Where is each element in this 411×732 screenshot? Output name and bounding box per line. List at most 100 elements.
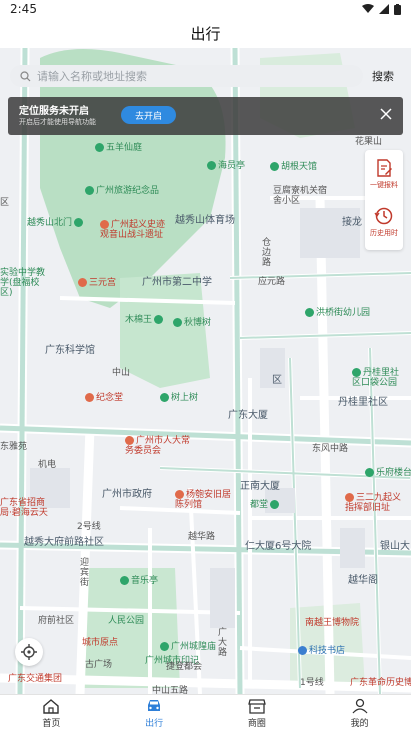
poi-marker-icon: [160, 393, 169, 402]
poi-label[interactable]: 纪念堂: [85, 393, 123, 403]
location-service-banner: 定位服务未开启 开启后才能使用导航功能 去开启: [8, 97, 403, 135]
map-view[interactable]: 五羊仙庭 海员亭 胡根天馆 广州旅游纪念品 豆腐寮机关宿舍小区 越秀山体育场 越…: [0, 48, 411, 694]
poi-marker-icon: [125, 436, 134, 445]
poi-label[interactable]: 广州旅游纪念品: [85, 186, 159, 196]
area-label: 广州市第二中学: [142, 277, 212, 288]
poi-label[interactable]: 树上树: [160, 393, 198, 403]
poi-label[interactable]: 秋博树: [173, 318, 211, 328]
locate-me-button[interactable]: [15, 638, 43, 666]
status-icons: [362, 3, 401, 15]
poi-label: 中山: [112, 368, 131, 378]
poi-label[interactable]: 海员亭: [207, 161, 245, 171]
status-time: 2:45: [10, 2, 37, 16]
poi-label[interactable]: 越秀山北门: [27, 218, 85, 228]
area-label: 花果山: [355, 137, 383, 147]
banner-subtitle: 开启后才能使用导航功能: [19, 118, 96, 126]
poi-label[interactable]: 杨匏安旧居陈列馆: [175, 490, 233, 510]
nav-me[interactable]: 我的: [308, 695, 411, 732]
area-label: 广东大厦: [228, 410, 268, 421]
poi-label[interactable]: 音乐亭: [120, 576, 158, 586]
poi-label[interactable]: 木棉王: [125, 315, 165, 325]
road-label: 广大路: [218, 628, 228, 658]
area-label: 区: [272, 375, 282, 386]
poi-label[interactable]: 都堂: [250, 500, 281, 510]
area-label: 接龙: [342, 217, 362, 228]
area-label: 区: [0, 198, 10, 208]
area-label: 丹桂里社区: [338, 397, 388, 408]
nav-business[interactable]: 商圈: [206, 695, 309, 732]
poi-marker-icon: [270, 500, 280, 509]
search-box[interactable]: [10, 65, 363, 87]
area-label: 银山大: [380, 541, 410, 552]
area-label: 东雅苑: [0, 442, 28, 452]
page-title: 出行: [190, 24, 221, 43]
enable-location-button[interactable]: 去开启: [121, 106, 176, 124]
poi-label[interactable]: 五羊仙庭: [95, 143, 142, 153]
close-icon[interactable]: [379, 107, 393, 121]
search-icon: [20, 70, 31, 81]
poi-label[interactable]: 人民公园: [108, 616, 144, 626]
poi-label[interactable]: 广东革命历史博物馆: [350, 678, 411, 688]
area-label: 正南大厦: [240, 481, 280, 492]
road-label: 东风中路: [312, 444, 349, 454]
poi-marker-icon: [298, 646, 307, 655]
history-time-label: 历史用时: [370, 229, 398, 237]
road-label: 应元路: [258, 277, 286, 287]
poi-label[interactable]: 丹桂里社区口袋公园: [352, 368, 407, 388]
poi-label[interactable]: 三二九起义指挥部旧址: [345, 493, 407, 513]
poi-label[interactable]: 南越王博物院: [305, 618, 359, 628]
area-label: 广东科学馆: [45, 345, 95, 356]
poi-marker-icon: [154, 315, 164, 324]
poi-marker-icon: [95, 143, 104, 152]
area-label: 越秀山体育场: [175, 215, 235, 226]
poi-label[interactable]: 洪桥街幼儿园: [305, 308, 370, 318]
crosshair-icon: [21, 644, 37, 660]
nav-home[interactable]: 首页: [0, 695, 103, 732]
poi-label[interactable]: 广东省招商局·碧海云天: [0, 498, 50, 518]
poi-label[interactable]: 科技书店: [298, 646, 345, 656]
report-label: 一键报料: [370, 181, 398, 189]
road-label: 迎宾街: [80, 558, 90, 588]
area-label: 府前社区: [38, 616, 75, 626]
history-time-button[interactable]: 历史用时: [365, 206, 403, 238]
clock-history-icon: [374, 207, 393, 225]
poi-marker-icon: [345, 493, 354, 502]
area-label: 仁大厦6号大院: [245, 541, 312, 552]
metro-line-label: 1号线: [300, 678, 324, 688]
poi-marker-icon: [352, 368, 361, 377]
wifi-icon: [362, 4, 374, 13]
area-label: 古广场: [85, 660, 113, 670]
banner-title: 定位服务未开启: [19, 106, 89, 117]
store-icon: [248, 699, 266, 714]
report-button[interactable]: 一键报料: [365, 158, 403, 190]
search-button[interactable]: 搜索: [372, 68, 394, 84]
poi-label[interactable]: 广州市人大常务委员会: [125, 436, 195, 456]
poi-marker-icon: [270, 162, 279, 171]
battery-icon: [394, 3, 401, 15]
nav-travel[interactable]: 出行: [103, 695, 206, 732]
poi-label[interactable]: 广州城隍庙: [160, 642, 216, 652]
search-input[interactable]: [37, 69, 337, 83]
bottom-nav: 首页 出行 商圈 我的: [0, 694, 411, 732]
road-label: 越华路: [188, 532, 216, 542]
poi-label[interactable]: 广州起义史迹观音山战斗遗址: [100, 220, 172, 240]
poi-marker-icon: [175, 490, 184, 499]
poi-marker-icon: [85, 186, 94, 195]
area-label: 广州市政府: [102, 489, 152, 500]
nav-business-label: 商圈: [247, 719, 266, 729]
nav-me-label: 我的: [350, 719, 369, 729]
map-base: [0, 48, 411, 694]
poi-label: 豆腐寮机关宿舍小区: [273, 186, 328, 206]
area-label: 越秀大府前路社区: [24, 537, 104, 548]
poi-label[interactable]: 广东交通集团: [8, 674, 62, 684]
poi-label[interactable]: 实验中学教学(盘福校区): [0, 268, 50, 298]
poi-label[interactable]: 胡根天馆: [270, 162, 317, 172]
status-bar: 2:45: [0, 0, 411, 18]
poi-marker-icon: [160, 642, 169, 651]
poi-marker-icon: [173, 318, 182, 327]
poi-label[interactable]: 城市原点: [82, 638, 118, 648]
poi-label[interactable]: 乐府楼台: [365, 468, 411, 478]
poi-label[interactable]: 三元宫: [78, 278, 116, 288]
edit-doc-icon: [377, 159, 392, 177]
road-label: 中山五路: [152, 686, 189, 694]
